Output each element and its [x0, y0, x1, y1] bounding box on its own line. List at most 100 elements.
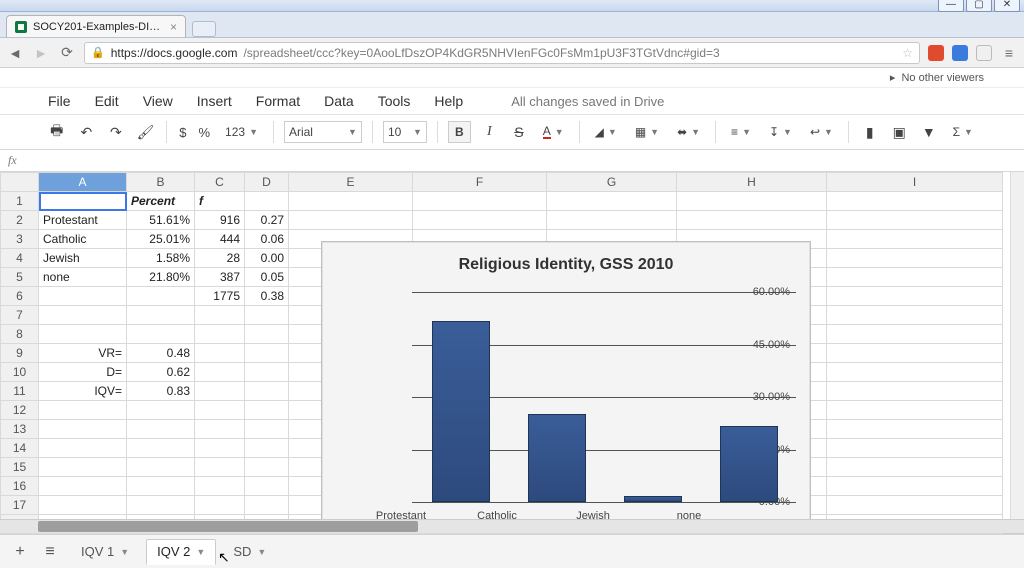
row-header-15[interactable]: 15	[1, 458, 39, 477]
cell-I12[interactable]	[827, 401, 1003, 420]
number-format-dropdown[interactable]: 123▼	[220, 122, 263, 142]
col-header-G[interactable]: G	[547, 173, 677, 192]
cell-G2[interactable]	[547, 211, 677, 230]
filter-icon[interactable]: ▼	[918, 121, 940, 143]
vertical-scrollbar[interactable]	[1010, 172, 1024, 519]
cell-H2[interactable]	[677, 211, 827, 230]
cell-B5[interactable]: 21.80%	[127, 268, 195, 287]
cell-B13[interactable]	[127, 420, 195, 439]
cell-I9[interactable]	[827, 344, 1003, 363]
reload-button[interactable]: ⟳	[58, 44, 76, 62]
extension-icon-3[interactable]	[976, 45, 992, 61]
cell-C7[interactable]	[195, 306, 245, 325]
extension-icon-1[interactable]	[928, 45, 944, 61]
cell-I8[interactable]	[827, 325, 1003, 344]
cell-I4[interactable]	[827, 249, 1003, 268]
menu-view[interactable]: View	[143, 93, 173, 109]
browser-tab[interactable]: SOCY201-Examples-DISPE ×	[6, 15, 186, 37]
cell-A16[interactable]	[39, 477, 127, 496]
undo-icon[interactable]: ↶	[76, 121, 98, 143]
cell-A6[interactable]	[39, 287, 127, 306]
select-all-cell[interactable]	[1, 173, 39, 192]
row-header-5[interactable]: 5	[1, 268, 39, 287]
row-header-17[interactable]: 17	[1, 496, 39, 515]
cell-B14[interactable]	[127, 439, 195, 458]
cell-D1[interactable]	[245, 192, 289, 211]
cell-I17[interactable]	[827, 496, 1003, 515]
cell-C4[interactable]: 28	[195, 249, 245, 268]
extension-icon-2[interactable]	[952, 45, 968, 61]
cell-A10[interactable]: D=	[39, 363, 127, 382]
menu-tools[interactable]: Tools	[378, 93, 411, 109]
row-header-7[interactable]: 7	[1, 306, 39, 325]
cell-B1[interactable]: Percent	[127, 192, 195, 211]
cell-A8[interactable]	[39, 325, 127, 344]
row-header-16[interactable]: 16	[1, 477, 39, 496]
all-sheets-button[interactable]: ≡	[40, 542, 60, 562]
cell-I3[interactable]	[827, 230, 1003, 249]
cell-I15[interactable]	[827, 458, 1003, 477]
cell-C8[interactable]	[195, 325, 245, 344]
caret-down-icon[interactable]: ▼	[257, 547, 266, 557]
embedded-chart[interactable]: Religious Identity, GSS 2010 0.00%15.00%…	[321, 241, 811, 529]
cell-D13[interactable]	[245, 420, 289, 439]
print-icon[interactable]: 🖶	[46, 121, 68, 143]
row-header-13[interactable]: 13	[1, 420, 39, 439]
cell-A4[interactable]: Jewish	[39, 249, 127, 268]
horizontal-scrollbar[interactable]	[0, 519, 1024, 533]
col-header-C[interactable]: C	[195, 173, 245, 192]
cell-C1[interactable]: f	[195, 192, 245, 211]
bold-button[interactable]: B	[448, 121, 471, 143]
menu-format[interactable]: Format	[256, 93, 300, 109]
cell-C10[interactable]	[195, 363, 245, 382]
cell-D2[interactable]: 0.27	[245, 211, 289, 230]
spreadsheet-grid[interactable]: ABCDEFGHI1Percentf2Protestant51.61%9160.…	[0, 172, 1024, 534]
col-header-H[interactable]: H	[677, 173, 827, 192]
italic-button[interactable]: I	[479, 121, 501, 143]
cell-D12[interactable]	[245, 401, 289, 420]
borders-dropdown[interactable]: ▦▼	[630, 122, 664, 142]
percent-button[interactable]: %	[196, 125, 212, 140]
cell-B3[interactable]: 25.01%	[127, 230, 195, 249]
cell-D14[interactable]	[245, 439, 289, 458]
cell-I16[interactable]	[827, 477, 1003, 496]
row-header-10[interactable]: 10	[1, 363, 39, 382]
cell-B7[interactable]	[127, 306, 195, 325]
cell-B17[interactable]	[127, 496, 195, 515]
back-button[interactable]: ◄	[6, 44, 24, 62]
cell-C14[interactable]	[195, 439, 245, 458]
cell-E1[interactable]	[289, 192, 413, 211]
row-header-11[interactable]: 11	[1, 382, 39, 401]
cell-B16[interactable]	[127, 477, 195, 496]
cell-D10[interactable]	[245, 363, 289, 382]
valign-dropdown[interactable]: ↧▼	[764, 122, 797, 142]
row-header-2[interactable]: 2	[1, 211, 39, 230]
col-header-B[interactable]: B	[127, 173, 195, 192]
menu-insert[interactable]: Insert	[197, 93, 232, 109]
cell-A17[interactable]	[39, 496, 127, 515]
cell-B12[interactable]	[127, 401, 195, 420]
cell-D16[interactable]	[245, 477, 289, 496]
cell-D8[interactable]	[245, 325, 289, 344]
bookmark-star-icon[interactable]: ☆	[902, 46, 913, 60]
cell-D5[interactable]: 0.05	[245, 268, 289, 287]
cell-C6[interactable]: 1775	[195, 287, 245, 306]
cell-D11[interactable]	[245, 382, 289, 401]
cell-C5[interactable]: 387	[195, 268, 245, 287]
cell-I7[interactable]	[827, 306, 1003, 325]
cell-D3[interactable]: 0.06	[245, 230, 289, 249]
insert-chart-icon[interactable]: ▮	[859, 121, 881, 143]
cell-B4[interactable]: 1.58%	[127, 249, 195, 268]
text-color-dropdown[interactable]: A▼	[538, 122, 569, 142]
cell-B15[interactable]	[127, 458, 195, 477]
cell-D4[interactable]: 0.00	[245, 249, 289, 268]
cell-D7[interactable]	[245, 306, 289, 325]
scroll-thumb[interactable]	[38, 521, 418, 532]
font-dropdown[interactable]: Arial▼	[284, 121, 362, 143]
cell-C13[interactable]	[195, 420, 245, 439]
cell-C15[interactable]	[195, 458, 245, 477]
cell-C11[interactable]	[195, 382, 245, 401]
cell-A12[interactable]	[39, 401, 127, 420]
col-header-E[interactable]: E	[289, 173, 413, 192]
cell-D9[interactable]	[245, 344, 289, 363]
